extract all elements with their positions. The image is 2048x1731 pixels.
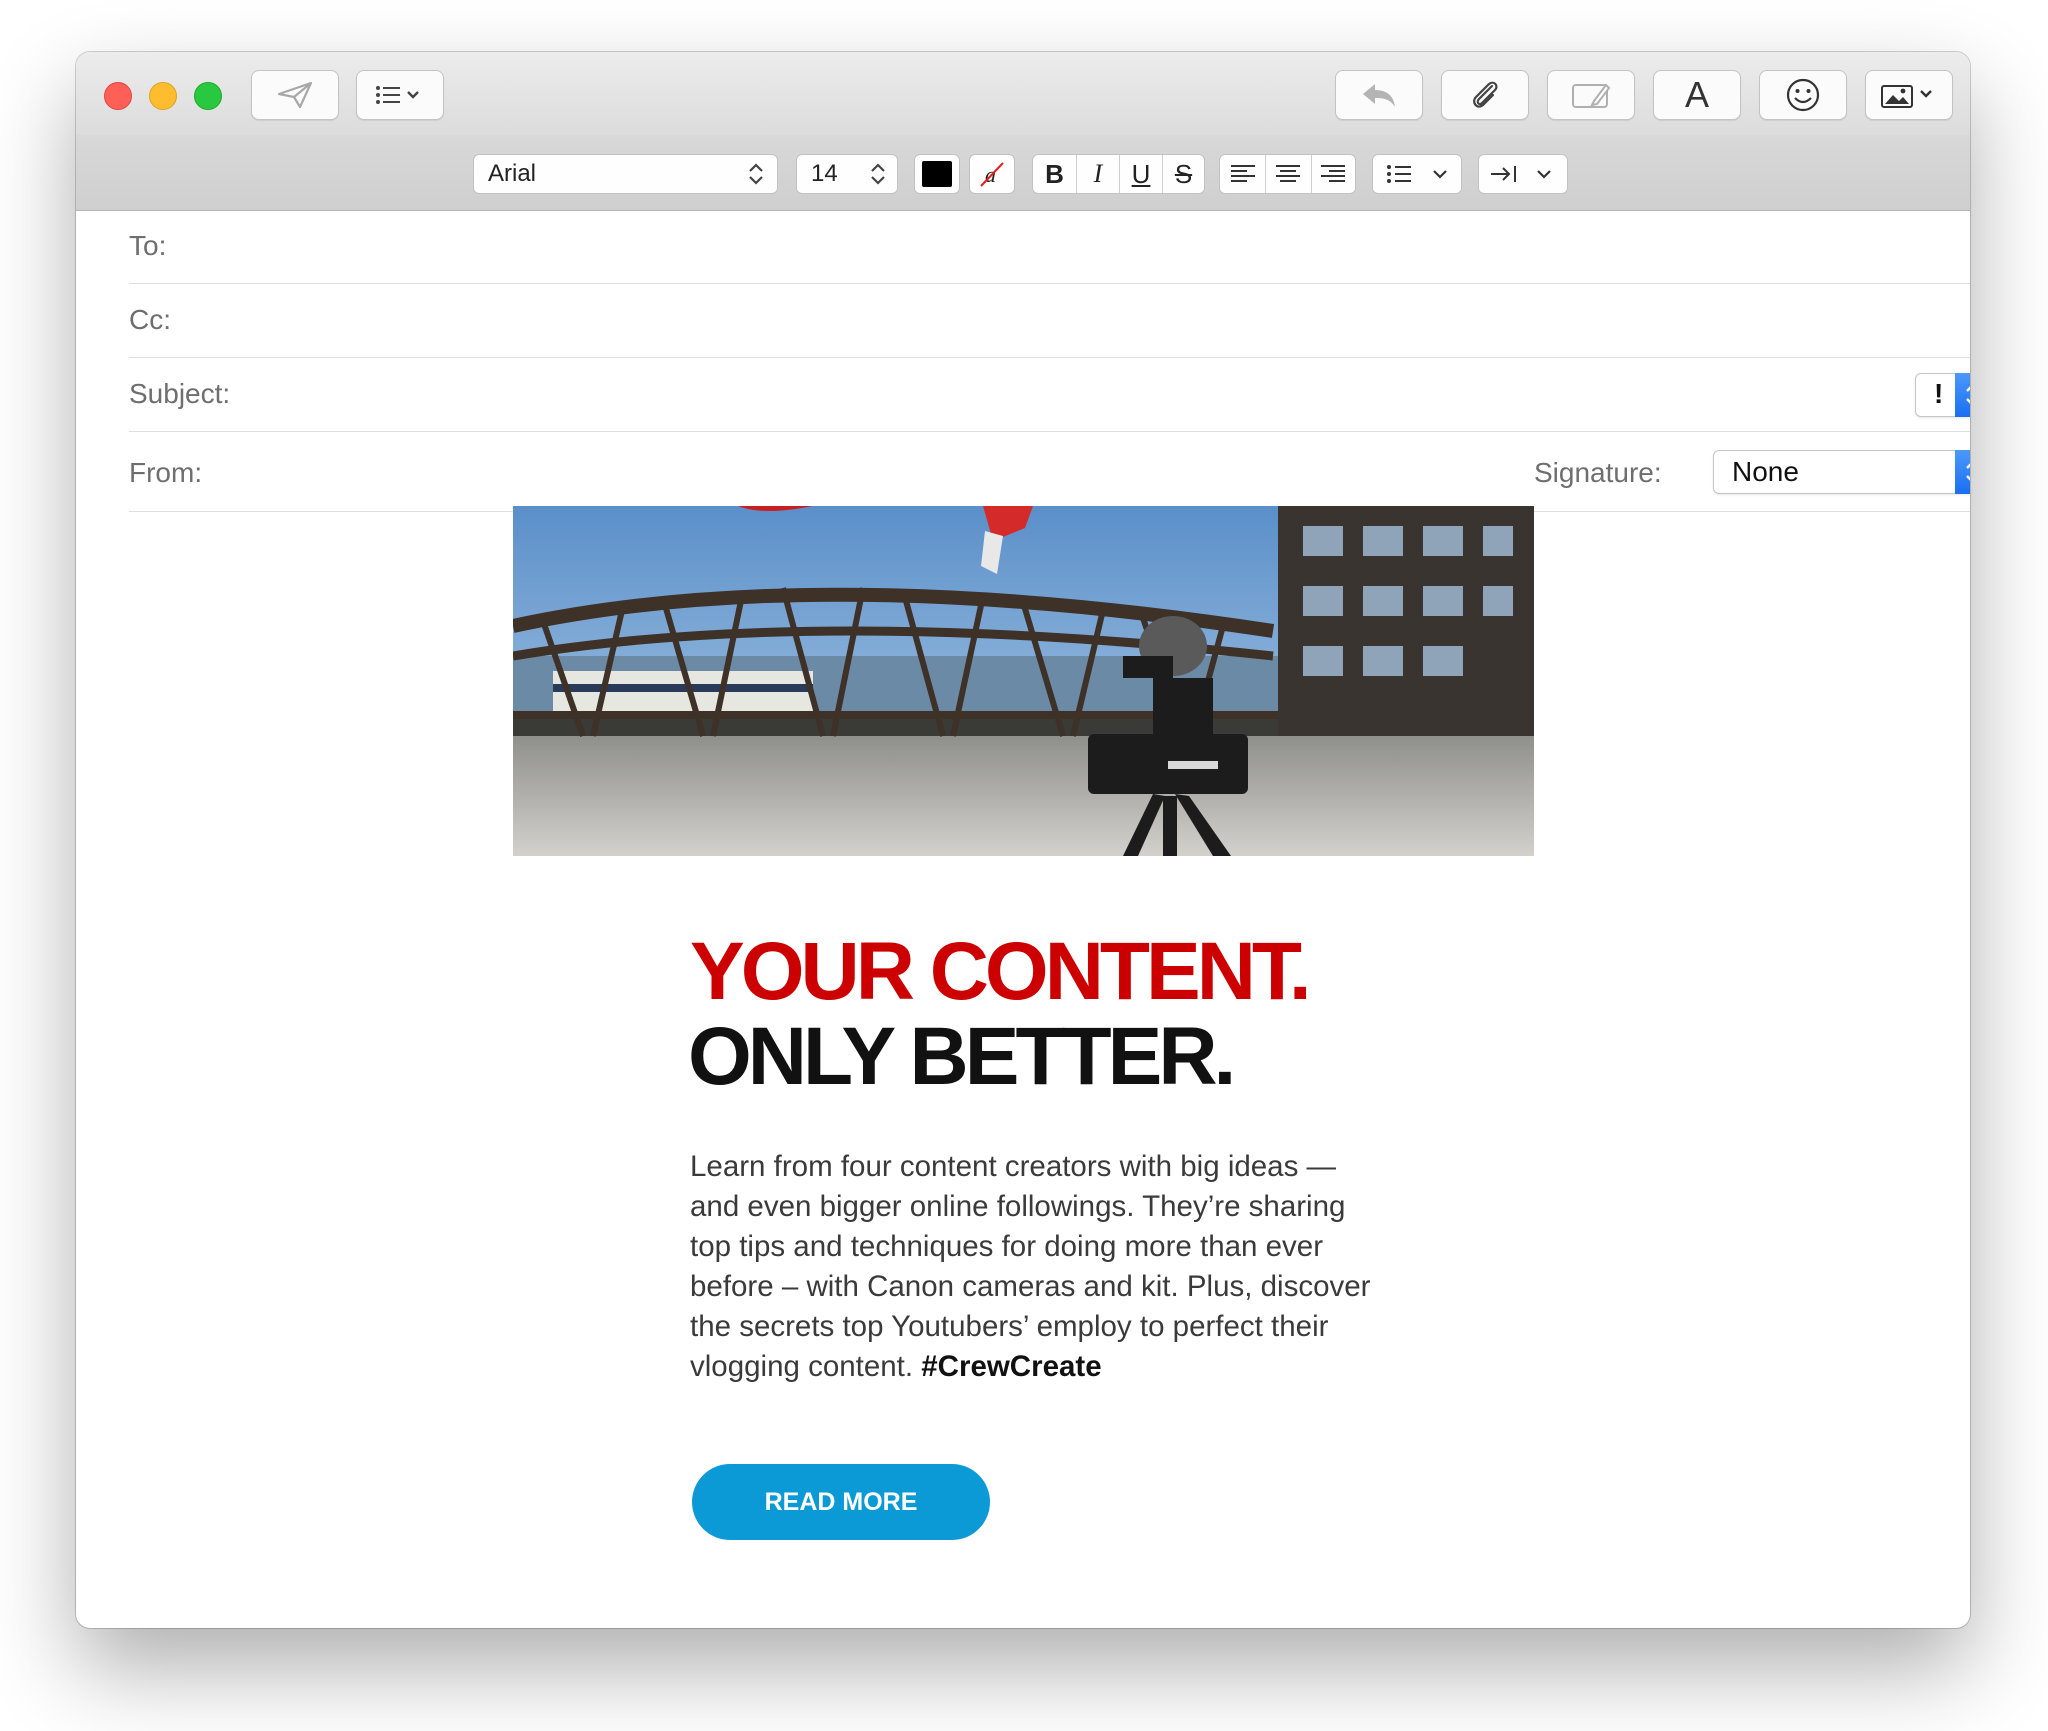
toolbar: A (76, 52, 1970, 135)
font-size-select[interactable]: 14 (796, 154, 898, 194)
format-bar: Arial 14 a B I U S (76, 135, 1970, 211)
align-center-icon (1276, 165, 1301, 182)
body-paragraph: Learn from four content creators with bi… (690, 1147, 1450, 1387)
send-button[interactable] (251, 70, 339, 120)
chevron-down-icon (1537, 170, 1551, 179)
body-line: Learn from four content creators with bi… (690, 1150, 1337, 1183)
from-label: From: (129, 457, 203, 488)
alignment-group (1219, 154, 1356, 194)
compose-window: A Arial 14 a B I U S To: Cc: Subject: ! … (76, 52, 1970, 1628)
signature-label: Signature: (1534, 457, 1662, 488)
body-line: top tips and techniques for doing more t… (690, 1230, 1324, 1263)
background-color-button[interactable]: a (969, 154, 1015, 194)
bullet-list-icon (1387, 165, 1411, 183)
signature-value: None (1732, 456, 1799, 487)
markup-button[interactable] (1547, 70, 1635, 120)
cc-label: Cc: (129, 304, 171, 335)
up-down-chevron-icon (1955, 373, 1970, 417)
text-style-group: B I U S (1032, 154, 1205, 194)
up-down-chevron-icon (871, 163, 885, 185)
signature-select[interactable]: None (1713, 450, 1970, 494)
align-left-button[interactable] (1220, 155, 1265, 193)
reply-arrow-icon (1363, 84, 1395, 107)
up-down-chevron-icon (1955, 450, 1970, 494)
priority-select[interactable]: ! (1915, 373, 1970, 417)
list-style-select[interactable] (1372, 154, 1462, 194)
minimize-window-button[interactable] (149, 82, 177, 110)
body-line: the secrets top Youtubers’ employ to per… (690, 1310, 1329, 1343)
up-down-chevron-icon (749, 163, 763, 185)
to-field-row[interactable]: To: (129, 210, 1970, 284)
attach-button[interactable] (1441, 70, 1529, 120)
to-label: To: (129, 230, 167, 261)
indent-icon (1491, 166, 1516, 182)
body-line: and even bigger online followings. They’… (690, 1190, 1346, 1223)
subject-field-row[interactable]: Subject: ! (129, 358, 1970, 432)
headline-line-2: ONLY BETTER. (688, 1011, 1236, 1102)
font-family-value: Arial (488, 160, 537, 187)
paperclip-icon (1473, 81, 1498, 108)
font-size-value: 14 (811, 160, 838, 187)
smiley-icon (1786, 78, 1820, 112)
emoji-button[interactable] (1759, 70, 1847, 120)
cc-field-row[interactable]: Cc: (129, 284, 1970, 358)
hero-image (513, 506, 1534, 856)
bold-button[interactable]: B (1033, 155, 1076, 193)
align-right-button[interactable] (1310, 155, 1355, 193)
text-color-button[interactable] (914, 154, 960, 194)
body-line-last: vlogging content. #CrewCreate (690, 1347, 1450, 1387)
hashtag: #CrewCreate (921, 1350, 1102, 1383)
photo-browser-icon (1881, 85, 1932, 108)
format-button[interactable]: A (1653, 70, 1741, 120)
font-family-select[interactable]: Arial (473, 154, 778, 194)
body-line: before – with Canon cameras and kit. Plu… (690, 1270, 1371, 1303)
photo-browser-button[interactable] (1865, 70, 1953, 120)
body-line: vlogging content. (690, 1350, 914, 1383)
headline-line-1: YOUR CONTENT. (690, 926, 1312, 1017)
close-window-button[interactable] (104, 82, 132, 110)
align-right-icon (1321, 165, 1346, 182)
read-more-button[interactable]: READ MORE (692, 1464, 990, 1540)
zoom-window-button[interactable] (194, 82, 222, 110)
from-field-row[interactable]: From: Signature: None (129, 432, 1970, 512)
subject-label: Subject: (129, 378, 231, 409)
italic-button[interactable]: I (1076, 155, 1119, 193)
reply-button[interactable] (1335, 70, 1423, 120)
list-chevron-icon (376, 86, 419, 104)
markup-icon (1572, 83, 1611, 108)
header-fields-button[interactable] (356, 70, 444, 120)
text-color-swatch (922, 161, 952, 187)
highlight-a-icon: a (980, 162, 1004, 187)
chevron-down-icon (1433, 170, 1447, 179)
indent-select[interactable] (1478, 154, 1568, 194)
align-left-icon (1230, 165, 1255, 182)
svg-text:a: a (985, 162, 996, 187)
strikethrough-button[interactable]: S (1162, 155, 1204, 193)
align-center-button[interactable] (1265, 155, 1310, 193)
priority-value: ! (1934, 378, 1944, 409)
underline-button[interactable]: U (1119, 155, 1162, 193)
font-A-icon: A (1684, 74, 1709, 115)
paper-plane-icon (277, 81, 313, 109)
